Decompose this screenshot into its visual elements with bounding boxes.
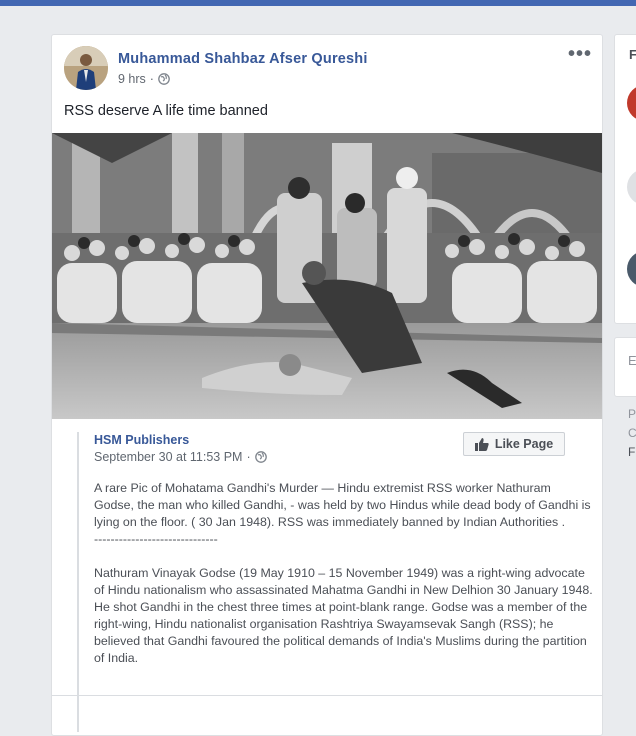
shared-description: A rare Pic of Mohatama Gandhi's Murder —… <box>94 481 593 665</box>
sidebar-card-2-label: E <box>628 353 636 368</box>
shared-content: HSM Publishers September 30 at 11:53 PM … <box>77 432 605 732</box>
sidebar-footer: P C F <box>628 405 636 462</box>
post-photo[interactable] <box>52 133 602 419</box>
sidebar-card-title: F <box>629 47 636 62</box>
post-text: RSS deserve A life time banned <box>64 103 268 119</box>
post-meta: 9 hrs · <box>118 72 170 86</box>
post-timestamp[interactable]: 9 hrs <box>118 72 146 86</box>
author-avatar[interactable] <box>64 46 108 90</box>
shared-meta: September 30 at 11:53 PM · <box>94 450 267 464</box>
shared-timestamp[interactable]: September 30 at 11:53 PM <box>94 450 242 464</box>
shared-page-name[interactable]: HSM Publishers <box>94 433 189 447</box>
more-options-icon[interactable]: ••• <box>568 44 592 64</box>
sidebar-thumbnails[interactable] <box>627 85 636 315</box>
footer-line-1[interactable]: P <box>628 405 636 424</box>
thumbs-up-icon <box>474 437 489 451</box>
sidebar-card-2: E <box>614 337 636 397</box>
footer-line-2[interactable]: C <box>628 424 636 443</box>
top-navigation-bar <box>0 0 636 6</box>
globe-icon[interactable] <box>158 73 170 85</box>
like-page-button[interactable]: Like Page <box>463 432 565 456</box>
post-divider <box>52 695 602 696</box>
footer-line-3[interactable]: F <box>628 443 636 462</box>
meta-separator: · <box>149 72 154 86</box>
author-name[interactable]: Muhammad Shahbaz Afser Qureshi <box>118 51 368 67</box>
globe-icon[interactable] <box>254 451 267 463</box>
sidebar-card: F <box>614 34 636 324</box>
feed-post: Muhammad Shahbaz Afser Qureshi 9 hrs · •… <box>51 34 603 736</box>
shared-meta-separator: · <box>246 450 251 464</box>
like-page-label: Like Page <box>494 437 554 451</box>
